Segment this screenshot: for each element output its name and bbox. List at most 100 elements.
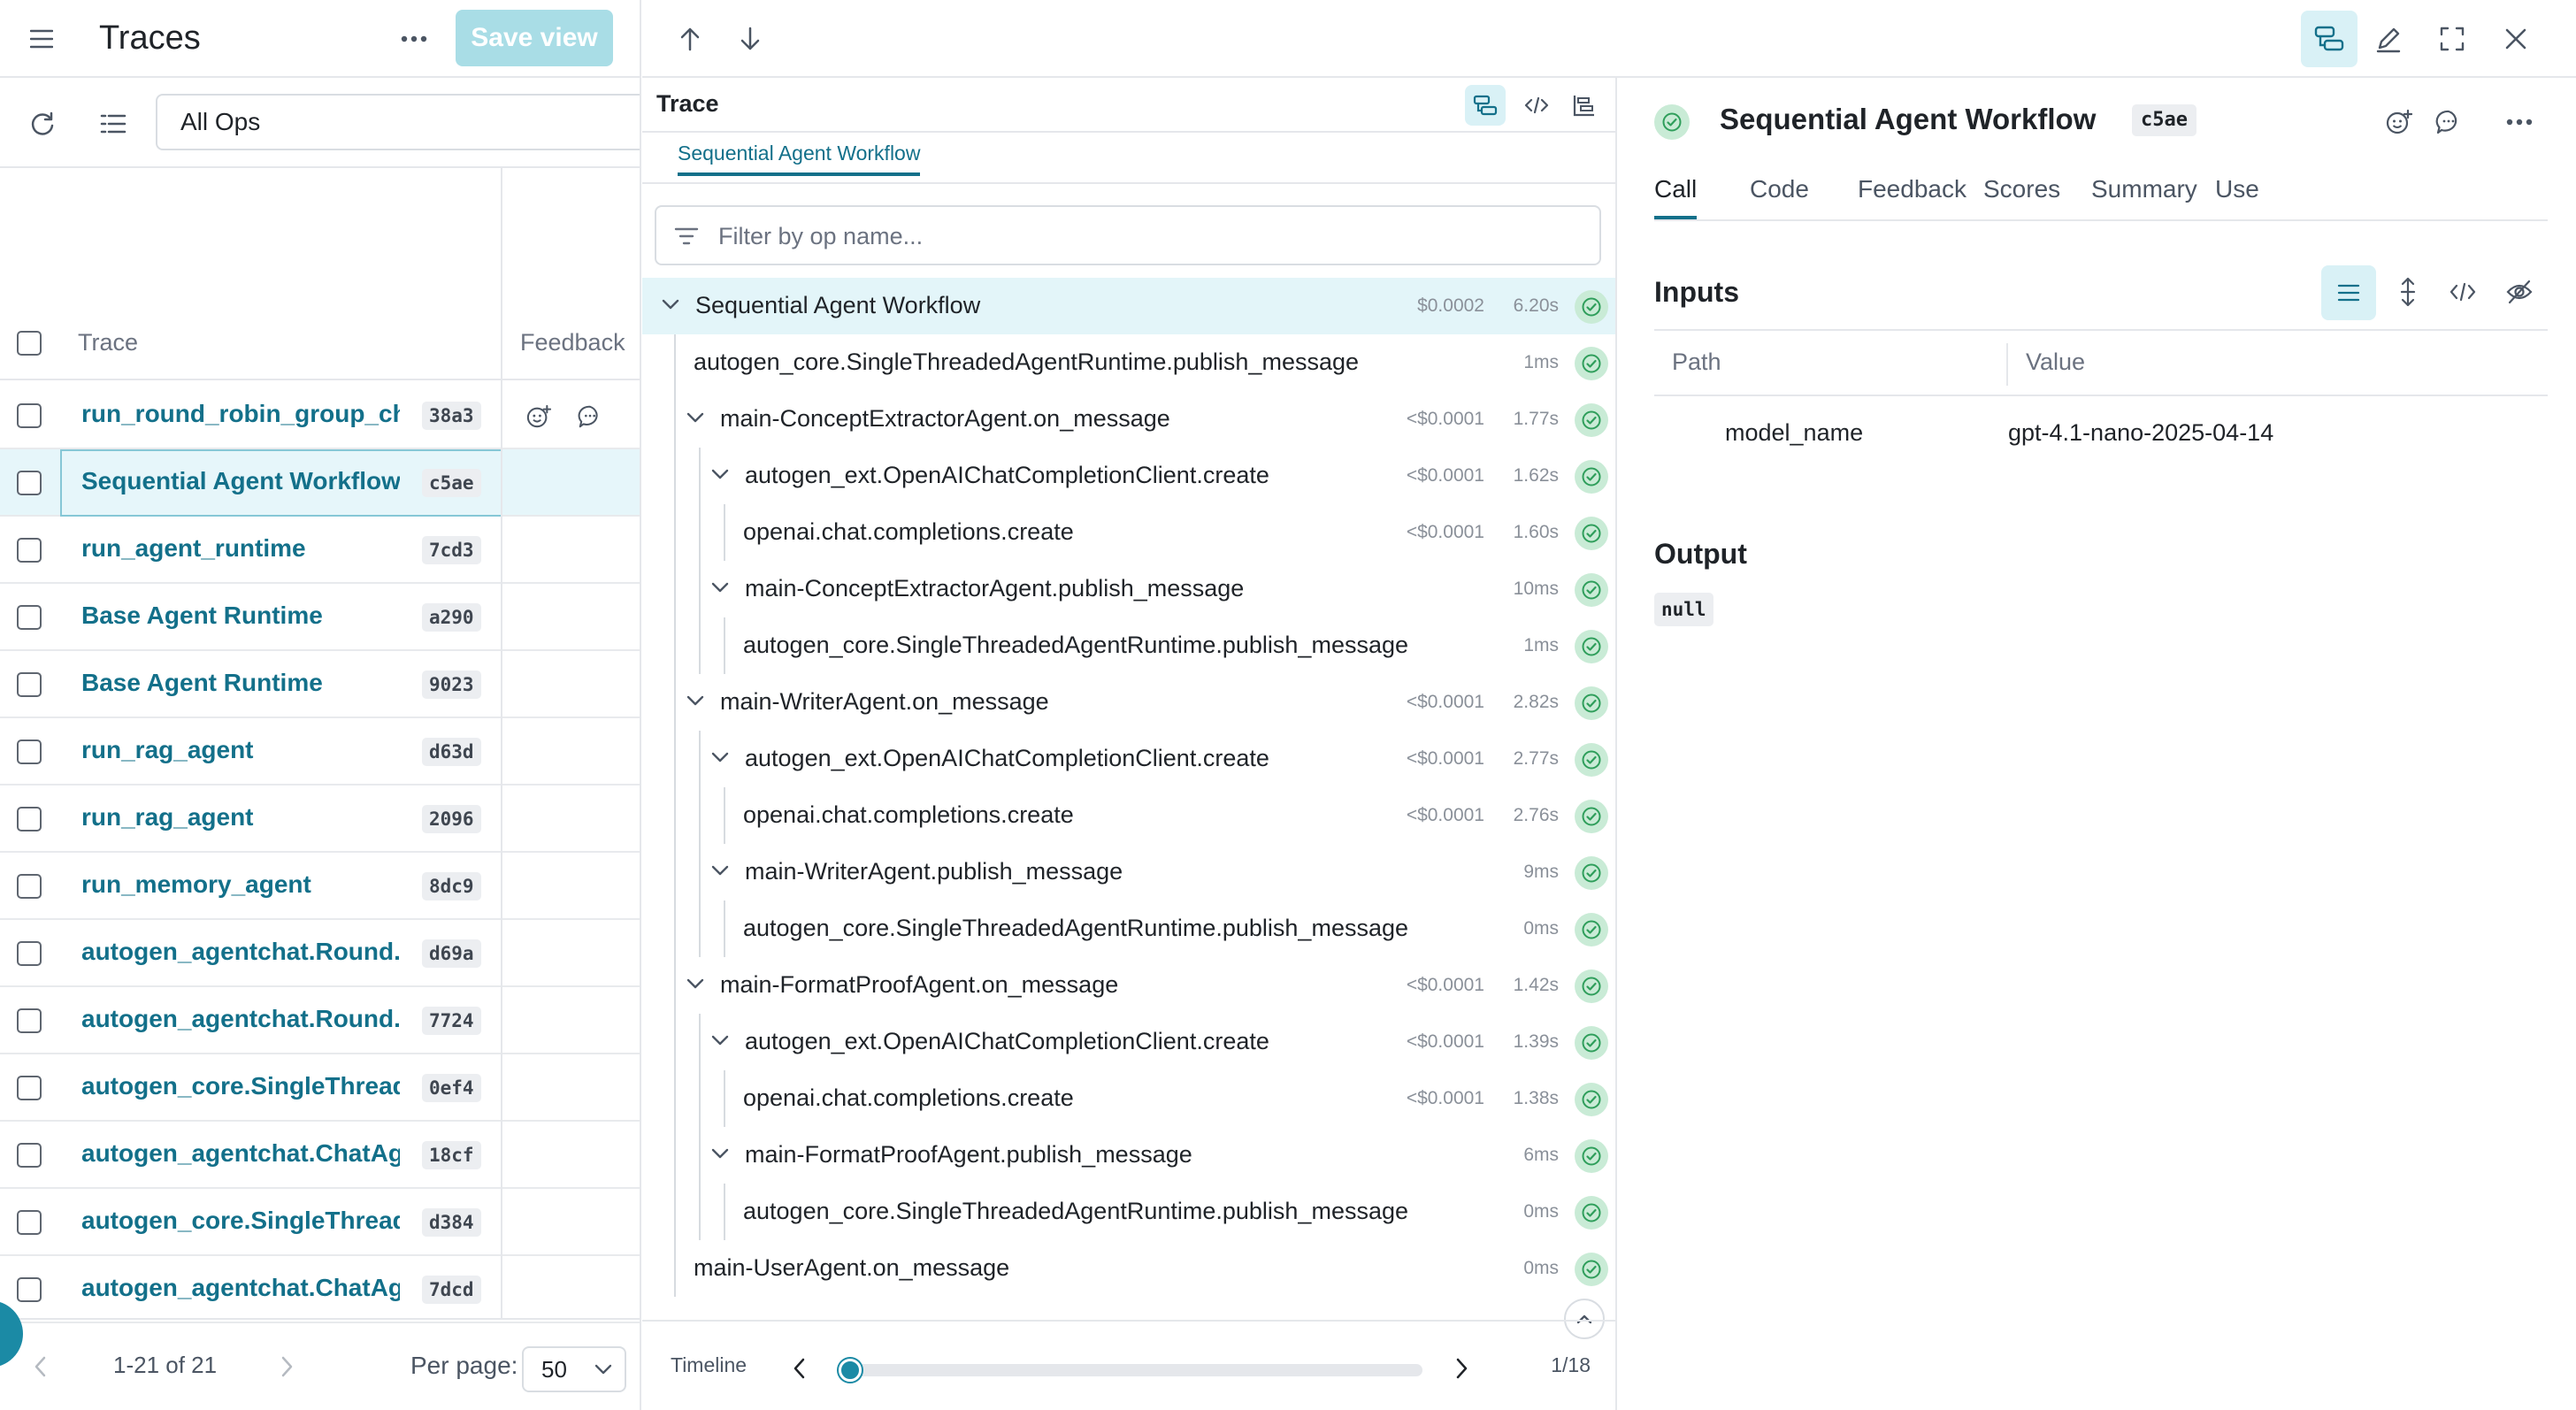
trace-tree-row[interactable]: main-ConceptExtractorAgent.publish_messa… [642,561,1615,617]
trace-tree-row[interactable]: Sequential Agent Workflow $0.0002 6.20s [642,278,1615,334]
list-view-icon[interactable] [2321,265,2376,320]
table-row[interactable]: Base Agent Runtime a290 [0,584,640,651]
breadcrumb-item[interactable]: Sequential Agent Workflow [678,142,921,176]
chevron-down-icon[interactable] [662,298,679,310]
op-filter-input[interactable]: Filter by op name... [655,205,1601,265]
chevron-down-icon[interactable] [711,581,729,594]
row-checkbox[interactable] [17,941,42,966]
row-checkbox[interactable] [17,1210,42,1235]
table-row[interactable]: autogen_agentchat.Round... d69a [0,920,640,987]
table-row[interactable]: Sequential Agent Workflow c5ae [0,449,640,517]
table-row[interactable]: autogen_core.SingleThread... d384 [0,1189,640,1256]
row-checkbox[interactable] [17,538,42,563]
code-view-icon[interactable] [1516,85,1557,126]
table-row[interactable]: Base Agent Runtime 9023 [0,651,640,718]
tab-scores[interactable]: Scores [1983,175,2060,216]
timeline-track[interactable] [847,1364,1422,1376]
timeline-view-icon[interactable] [1564,85,1605,126]
column-header-trace[interactable]: Trace [78,329,138,356]
trace-tree-row[interactable]: main-ConceptExtractorAgent.on_message <$0… [642,391,1615,448]
per-page-select[interactable]: 50 [522,1346,626,1392]
trace-name-link[interactable]: Sequential Agent Workflow [81,467,400,495]
chevron-down-icon[interactable] [711,1147,729,1160]
ops-filter-select[interactable]: All Ops [156,94,640,150]
row-checkbox[interactable] [17,807,42,831]
arrow-down-icon[interactable] [731,19,770,58]
comment-icon[interactable] [2431,104,2466,140]
chevron-down-icon[interactable] [711,751,729,763]
more-options-icon[interactable] [2500,104,2539,140]
table-row[interactable]: autogen_core.SingleThread... 0ef4 [0,1054,640,1122]
table-row[interactable]: run_agent_runtime 7cd3 [0,517,640,584]
tab-use[interactable]: Use [2215,175,2259,216]
row-checkbox[interactable] [17,605,42,630]
pencil-icon[interactable] [2367,18,2410,60]
arrow-up-icon[interactable] [671,19,709,58]
next-page-icon[interactable] [274,1353,301,1380]
add-reaction-icon[interactable] [2381,104,2417,140]
trace-tree-row[interactable]: autogen_core.SingleThreadedAgentRuntime.… [642,900,1615,957]
chevron-down-icon[interactable] [686,694,704,707]
tab-feedback[interactable]: Feedback [1858,175,1966,216]
trace-name-link[interactable]: Base Agent Runtime [81,669,400,697]
chevron-down-icon[interactable] [686,411,704,424]
trace-name-link[interactable]: autogen_agentchat.ChatAg... [81,1274,400,1302]
trace-name-link[interactable]: autogen_core.SingleThread... [81,1207,400,1235]
column-header-feedback[interactable]: Feedback [520,329,625,356]
chevron-down-icon[interactable] [686,977,704,990]
trace-tree-row[interactable]: autogen_ext.OpenAIChatCompletionClient.c… [642,1014,1615,1070]
select-all-checkbox[interactable] [17,331,42,356]
trace-tree-row[interactable]: main-FormatProofAgent.publish_message 6ms [642,1127,1615,1184]
refresh-icon[interactable] [25,106,60,142]
row-checkbox[interactable] [17,739,42,764]
trace-tree-row[interactable]: main-WriterAgent.publish_message 9ms [642,844,1615,900]
trace-tree-row[interactable]: main-FormatProofAgent.on_message <$0.0001… [642,957,1615,1014]
menu-icon[interactable] [23,21,60,57]
timeline-next-icon[interactable] [1449,1353,1476,1383]
prev-page-icon[interactable] [27,1353,53,1380]
more-options-icon[interactable] [395,21,433,57]
trace-tree-row[interactable]: autogen_core.SingleThreadedAgentRuntime.… [642,1184,1615,1240]
close-icon[interactable] [2495,18,2537,60]
tab-call[interactable]: Call [1654,175,1698,219]
trace-tree-row[interactable]: autogen_ext.OpenAIChatCompletionClient.c… [642,448,1615,504]
trace-tree-row[interactable]: autogen_core.SingleThreadedAgentRuntime.… [642,617,1615,674]
tab-summary[interactable]: Summary [2091,175,2197,216]
chevron-down-icon[interactable] [711,864,729,877]
table-row[interactable]: run_rag_agent d63d [0,718,640,785]
trace-name-link[interactable]: run_round_robin_group_chat [81,400,400,428]
table-row[interactable]: run_memory_agent 8dc9 [0,853,640,920]
row-checkbox[interactable] [17,1277,42,1302]
trace-tree-row[interactable]: main-WriterAgent.on_message <$0.0001 2.82s [642,674,1615,731]
table-row[interactable]: autogen_agentchat.ChatAg... 7dcd [0,1256,640,1323]
trace-name-link[interactable]: run_agent_runtime [81,534,400,563]
trace-name-link[interactable]: run_rag_agent [81,736,400,764]
trace-tree-row[interactable]: autogen_core.SingleThreadedAgentRuntime.… [642,334,1615,391]
add-reaction-icon[interactable] [522,400,556,433]
trace-name-link[interactable]: autogen_core.SingleThread... [81,1072,400,1100]
row-checkbox[interactable] [17,1143,42,1168]
trace-view-icon[interactable] [2301,11,2358,67]
chevron-down-icon[interactable] [711,468,729,480]
comment-icon[interactable] [573,400,607,433]
tab-code[interactable]: Code [1750,175,1809,216]
timeline-prev-icon[interactable] [786,1353,812,1383]
trace-tree-row[interactable]: autogen_ext.OpenAIChatCompletionClient.c… [642,731,1615,787]
row-checkbox[interactable] [17,1008,42,1033]
tree-view-icon[interactable] [1465,85,1506,126]
fullscreen-icon[interactable] [2431,18,2473,60]
row-checkbox[interactable] [17,874,42,899]
trace-name-link[interactable]: autogen_agentchat.Round... [81,938,400,966]
row-checkbox[interactable] [17,471,42,495]
row-checkbox[interactable] [17,672,42,697]
trace-tree-row[interactable]: main-UserAgent.on_message 0ms [642,1240,1615,1297]
column-settings-icon[interactable] [96,106,131,142]
expand-icon[interactable] [2385,269,2431,315]
row-checkbox[interactable] [17,403,42,428]
trace-tree-row[interactable]: openai.chat.completions.create <$0.0001 1.… [642,1070,1615,1127]
table-row[interactable]: autogen_agentchat.ChatAg... 18cf [0,1122,640,1189]
table-row[interactable]: run_rag_agent 2096 [0,785,640,853]
trace-tree-row[interactable]: openai.chat.completions.create <$0.0001 1.… [642,504,1615,561]
hide-icon[interactable] [2496,269,2542,315]
trace-name-link[interactable]: autogen_agentchat.Round... [81,1005,400,1033]
